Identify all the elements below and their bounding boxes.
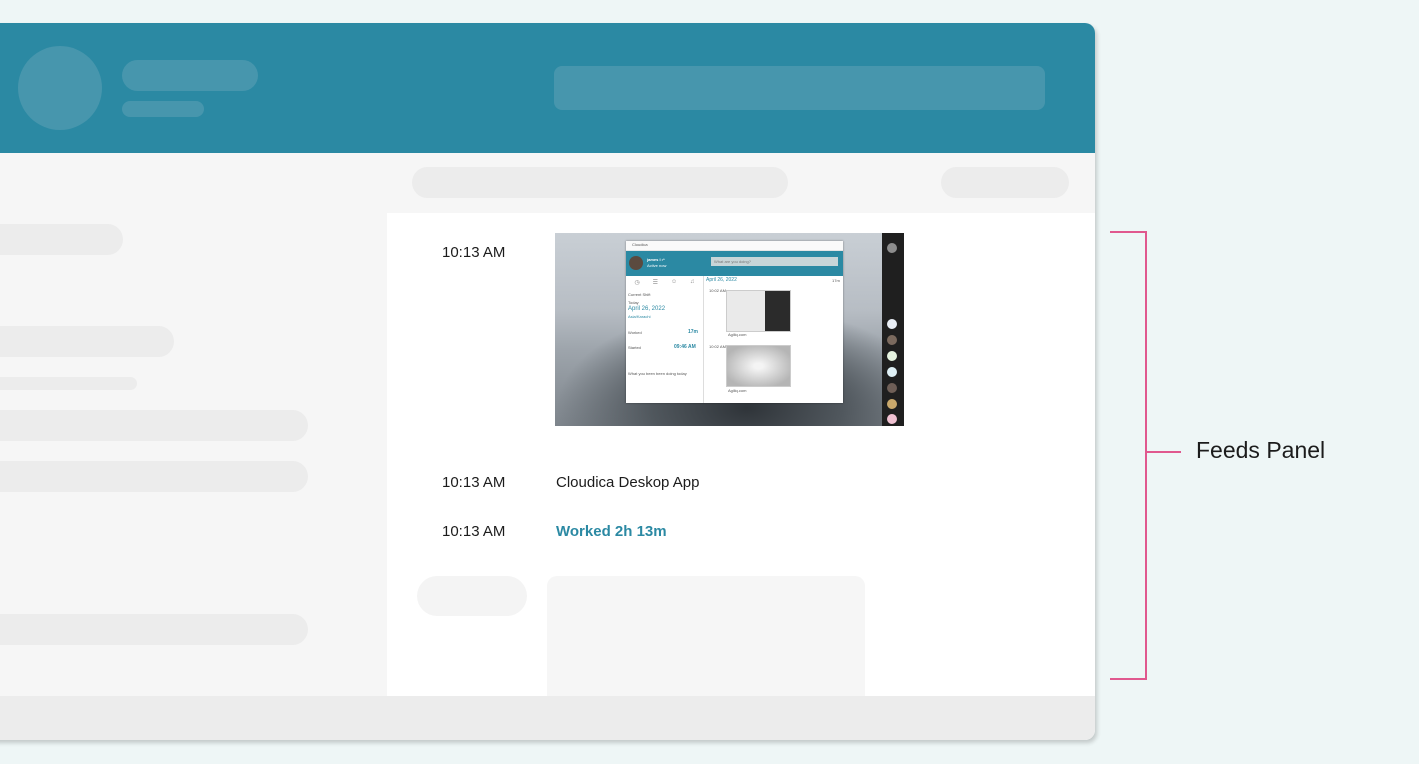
app-tab-icons: ◷ ☰ ☺ ♫ — [628, 279, 701, 287]
subtitle-placeholder — [122, 101, 204, 117]
app-user-name: james l •* — [647, 257, 665, 262]
dock-avatar — [887, 351, 897, 361]
left-panel — [0, 153, 387, 696]
annotation-bracket-top — [1110, 231, 1147, 233]
app-row2-thumb — [726, 345, 791, 387]
bell-icon: ♫ — [690, 279, 695, 285]
app-main-total: 17m — [832, 278, 840, 283]
app-started-label: Started — [628, 345, 641, 350]
app-prompt: What you been been doing today — [628, 371, 687, 376]
left-placeholder-6 — [0, 614, 308, 645]
feed-app-name: Cloudica Deskop App — [556, 474, 700, 491]
app-worked-label: Worked — [628, 330, 642, 335]
app-title: Cloudica — [632, 242, 648, 247]
toolbar-placeholder-button[interactable] — [941, 167, 1069, 198]
dock-avatar — [887, 243, 897, 253]
annotation-bracket-bottom — [1110, 678, 1147, 680]
app-started-value: 09:46 AM — [674, 344, 696, 350]
app-timezone: Asia/Karachi — [628, 314, 651, 319]
avatar-placeholder — [18, 46, 102, 130]
feed-time: 10:13 AM — [442, 244, 506, 261]
feeds-panel: 10:13 AM Cloudica james l •* Active now … — [387, 213, 1095, 706]
list-icon: ☰ — [652, 280, 659, 286]
app-row2-caption: Agiliq.com — [728, 388, 747, 393]
app-row1-caption: Agiliq.com — [728, 332, 747, 337]
app-row1-time: 10:02 AM — [709, 288, 726, 293]
dock-avatar — [887, 383, 897, 393]
footer-bar — [0, 696, 1095, 740]
annotation-bracket — [1145, 231, 1147, 680]
users-icon: ☺ — [670, 279, 678, 285]
dock-avatar — [887, 414, 897, 424]
header-bar — [0, 23, 1095, 153]
app-row1-thumb — [726, 290, 791, 332]
clock-icon: ◷ — [634, 280, 640, 286]
feed-time: 10:13 AM — [442, 474, 506, 491]
feed-time: 10:13 AM — [442, 523, 506, 540]
dock-avatar — [887, 367, 897, 377]
app-main: April 26, 2022 17m 10:02 AM Agiliq.com 1… — [704, 276, 843, 403]
screenshot-thumbnail[interactable]: Cloudica james l •* Active now What are … — [555, 233, 904, 426]
name-placeholder — [122, 60, 258, 91]
left-placeholder-2 — [0, 326, 174, 357]
annotation-label: Feeds Panel — [1196, 437, 1326, 463]
app-search-placeholder: What are you doing? — [714, 259, 751, 264]
left-placeholder-1 — [0, 224, 123, 255]
feed-toolbar — [387, 153, 1095, 213]
app-avatar — [629, 256, 643, 270]
screenshot-side-dock — [882, 233, 904, 426]
feed-worked-duration: Worked 2h 13m — [556, 523, 667, 540]
dock-avatar — [887, 335, 897, 345]
screenshot-app-window: Cloudica james l •* Active now What are … — [626, 241, 843, 403]
app-titlebar: Cloudica — [626, 241, 843, 251]
left-placeholder-5 — [0, 461, 308, 492]
app-header: james l •* Active now What are you doing… — [626, 251, 843, 276]
toolbar-placeholder-wide — [412, 167, 788, 198]
feed-time-placeholder — [417, 576, 527, 616]
app-main-date: April 26, 2022 — [706, 277, 737, 283]
dock-avatar — [887, 399, 897, 409]
left-placeholder-4 — [0, 410, 308, 441]
app-worked-value: 17m — [688, 329, 699, 335]
dock-avatar — [887, 319, 897, 329]
search-placeholder[interactable] — [554, 66, 1045, 110]
app-date: April 26, 2022 — [628, 306, 666, 312]
app-search: What are you doing? — [711, 257, 838, 266]
app-window: 10:13 AM Cloudica james l •* Active now … — [0, 23, 1095, 740]
left-placeholder-3 — [0, 377, 137, 390]
annotation-bracket-tick — [1147, 451, 1181, 453]
feed-card-placeholder — [547, 576, 865, 706]
app-current-shift: Current Shift — [628, 292, 651, 297]
app-today-label: Today — [628, 300, 639, 305]
app-row2-time: 10:02 AM — [709, 344, 726, 349]
app-sidebar: ◷ ☰ ☺ ♫ Current Shift Today April 26, 20… — [626, 276, 704, 403]
app-user-status: Active now — [647, 263, 667, 268]
